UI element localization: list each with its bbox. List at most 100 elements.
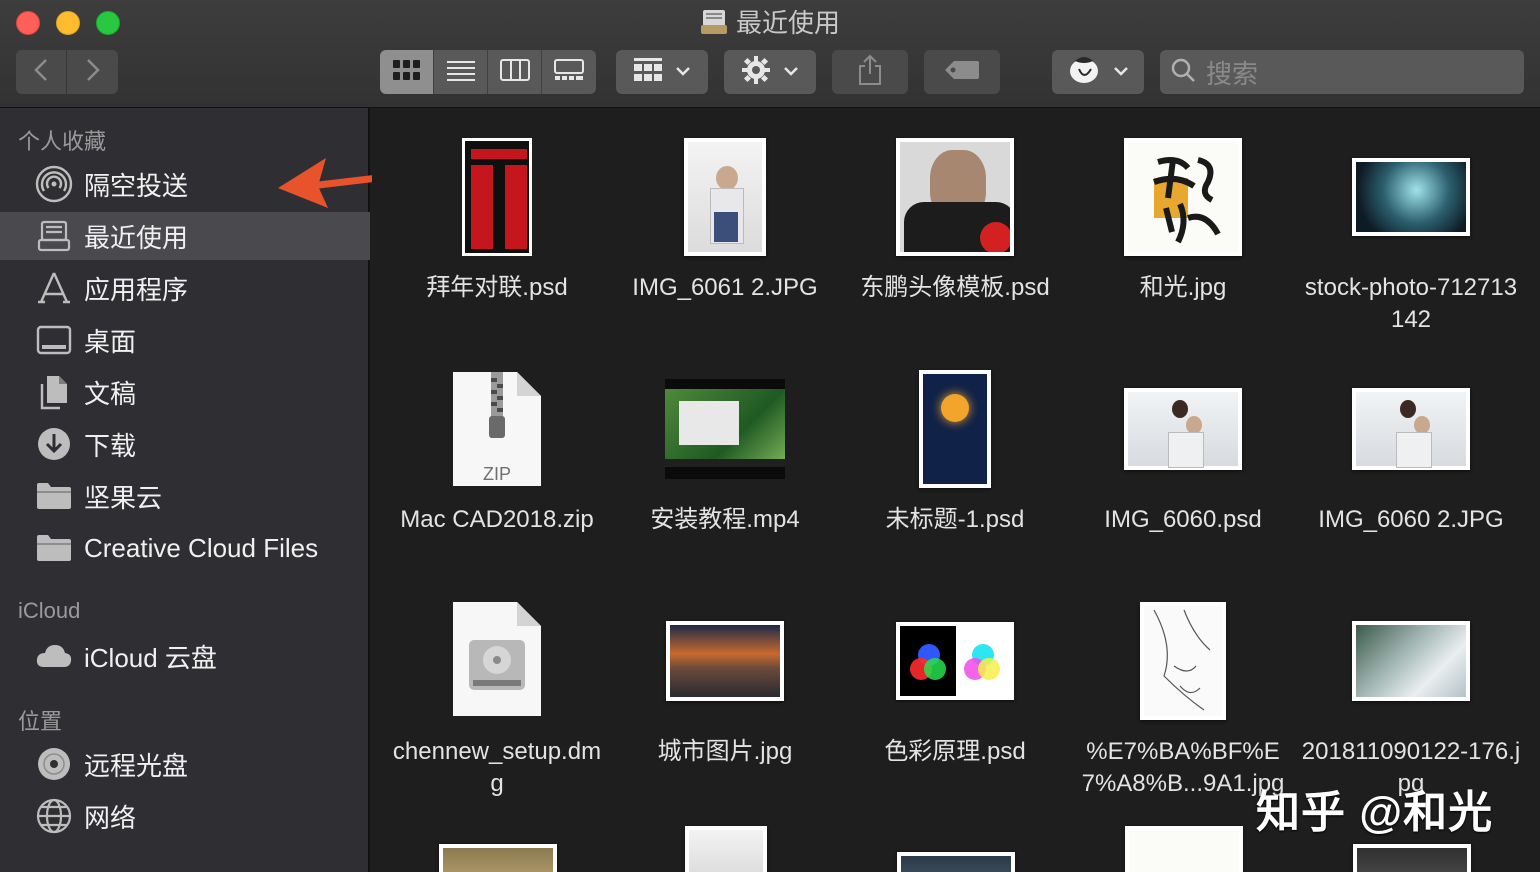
file-thumbnail — [611, 128, 839, 266]
file-thumbnail — [1297, 360, 1525, 498]
file-thumbnail — [1297, 592, 1525, 730]
file-item[interactable]: chennew_setup.dmg — [383, 592, 611, 800]
window-title-bar: 最近使用 — [0, 6, 1540, 44]
file-thumbnail — [841, 592, 1069, 730]
share-icon — [857, 54, 883, 91]
sidebar-item-remote-disc[interactable]: 远程光盘 — [0, 740, 370, 788]
column-view-button[interactable] — [488, 50, 542, 94]
chevron-left-icon — [34, 58, 48, 87]
toolbar: 最近使用 搜索 — [0, 0, 1540, 108]
file-item[interactable]: 和光.jpg — [1069, 128, 1297, 304]
couple-photo-thumbnail — [1124, 388, 1242, 470]
sidebar-item-documents[interactable]: 文稿 — [0, 368, 370, 416]
file-thumbnail — [1069, 592, 1297, 730]
file-item[interactable]: 色彩原理.psd — [841, 592, 1069, 768]
file-item[interactable]: 安装教程.mp4 — [611, 360, 839, 536]
city-photo-thumbnail — [666, 621, 784, 701]
couplet-thumbnail — [462, 138, 532, 256]
file-thumbnail — [841, 360, 1069, 498]
file-item[interactable]: 城市图片.jpg — [611, 592, 839, 768]
color-theory-thumbnail — [896, 622, 1014, 700]
file-item[interactable]: IMG_6061 2.JPG — [611, 128, 839, 304]
file-item[interactable]: 东鹏头像模板.psd — [841, 128, 1069, 304]
couple-photo-thumbnail — [1352, 388, 1470, 470]
icon-view-icon — [392, 59, 422, 86]
file-item[interactable]: 未标题-1.psd — [841, 360, 1069, 536]
app-extension-icon — [1067, 55, 1101, 90]
sketch-thumbnail — [1140, 602, 1226, 720]
downloads-icon — [34, 424, 74, 464]
sidebar-item-downloads[interactable]: 下载 — [0, 420, 370, 468]
locations-section-title: 位置 — [18, 709, 63, 734]
partial-thumbnail[interactable] — [1125, 826, 1243, 872]
sidebar-item-label: 坚果云 — [84, 482, 163, 513]
icon-view-button[interactable] — [380, 50, 434, 94]
action-menu-button[interactable] — [724, 50, 816, 94]
tag-button[interactable] — [924, 50, 1000, 94]
sidebar-item-label: 远程光盘 — [84, 750, 189, 781]
sidebar-item-network[interactable]: 网络 — [0, 792, 370, 840]
partial-thumbnail[interactable] — [897, 852, 1015, 872]
partial-thumbnail[interactable] — [439, 844, 557, 872]
file-thumbnail — [841, 128, 1069, 266]
sidebar-item-label: Creative Cloud Files — [84, 532, 319, 563]
file-name: IMG_6060.psd — [1104, 506, 1262, 533]
search-icon — [1170, 57, 1196, 88]
sky-photo-thumbnail — [1352, 621, 1470, 701]
file-name: 色彩原理.psd — [884, 738, 1026, 765]
sidebar-item-creative-cloud-files[interactable]: Creative Cloud Files — [0, 524, 370, 572]
file-thumbnail — [383, 128, 611, 266]
folder-icon — [34, 476, 74, 516]
watermark: 知乎 @和光 — [1256, 788, 1494, 837]
partial-thumbnail[interactable] — [1353, 844, 1471, 872]
sidebar-item-desktop[interactable]: 桌面 — [0, 316, 370, 364]
night-moon-thumbnail — [919, 370, 991, 488]
partial-thumbnail[interactable] — [685, 826, 767, 872]
forward-button[interactable] — [67, 50, 118, 94]
search-placeholder: 搜索 — [1206, 58, 1259, 89]
file-name: stock-photo-712713142 — [1304, 274, 1518, 333]
airdrop-icon — [34, 164, 74, 204]
landscape-photo-thumbnail — [1352, 158, 1470, 236]
file-item[interactable]: stock-photo-712713142 — [1297, 128, 1525, 336]
file-item[interactable]: IMG_6060 2.JPG — [1297, 360, 1525, 536]
gallery-view-button[interactable] — [542, 50, 596, 94]
sidebar-item-label: 最近使用 — [84, 222, 189, 253]
chevron-down-icon — [1113, 63, 1129, 81]
sidebar-item-applications[interactable]: 应用程序 — [0, 264, 370, 312]
file-item[interactable]: ZIP Mac CAD2018.zip — [383, 360, 611, 536]
portrait-photo-thumbnail — [684, 138, 766, 256]
chevron-down-icon — [783, 63, 799, 81]
video-thumbnail — [665, 379, 785, 479]
file-item[interactable]: %E7%BA%BF%E7%A8%B...9A1.jpg — [1069, 592, 1297, 800]
file-thumbnail — [383, 592, 611, 730]
chevron-right-icon — [86, 58, 100, 87]
recents-icon — [34, 216, 74, 256]
search-input[interactable]: 搜索 — [1160, 50, 1524, 94]
app-extension-button[interactable] — [1052, 50, 1144, 94]
chevron-down-icon — [675, 63, 691, 81]
sidebar-item-jianguoyun[interactable]: 坚果云 — [0, 472, 370, 520]
share-button[interactable] — [832, 50, 908, 94]
sidebar-item-label: iCloud 云盘 — [84, 642, 217, 673]
group-grid-icon — [633, 57, 663, 88]
file-item[interactable]: 拜年对联.psd — [383, 128, 611, 304]
file-item[interactable]: IMG_6060.psd — [1069, 360, 1297, 536]
sidebar-item-icloud-drive[interactable]: iCloud 云盘 — [0, 632, 370, 680]
file-name: Mac CAD2018.zip — [400, 506, 594, 533]
file-thumbnail — [611, 360, 839, 498]
sidebar-item-label: 隔空投送 — [84, 170, 189, 201]
window-title: 最近使用 — [735, 8, 840, 38]
list-view-button[interactable] — [434, 50, 488, 94]
file-name: 城市图片.jpg — [657, 738, 793, 765]
file-thumbnail — [611, 592, 839, 730]
favorites-section-title: 个人收藏 — [18, 129, 107, 154]
file-item[interactable]: 201811090122-176.jpg — [1297, 592, 1525, 800]
tag-icon — [944, 60, 980, 85]
file-name: 和光.jpg — [1139, 274, 1227, 301]
sidebar-item-label: 应用程序 — [84, 274, 189, 305]
group-by-button[interactable] — [616, 50, 708, 94]
column-view-icon — [499, 58, 530, 86]
back-button[interactable] — [16, 50, 66, 94]
cloud-icon — [34, 636, 74, 676]
